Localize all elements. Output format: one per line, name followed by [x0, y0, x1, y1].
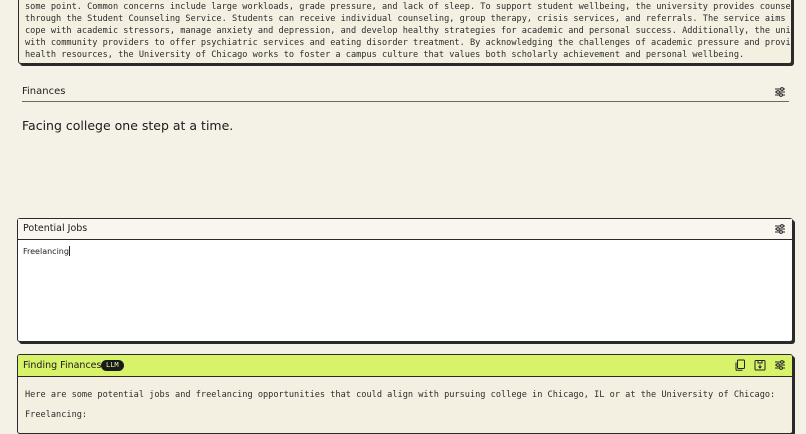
potential-jobs-header: Potential Jobs — [18, 219, 792, 240]
finding-finances-title: Finding Finances — [23, 360, 102, 371]
copy-icon[interactable] — [734, 359, 746, 371]
finances-section-header: Finances — [22, 83, 789, 102]
finding-finances-actions — [734, 359, 786, 371]
output-line: through the Student Counseling Service. … — [25, 14, 792, 24]
save-icon[interactable] — [754, 359, 766, 371]
tune-icon[interactable] — [774, 223, 786, 235]
finances-tagline: Facing college one step at a time. — [22, 118, 234, 133]
finding-finances-card: Finding Finances LLM Here are some poten… — [17, 354, 793, 434]
wellbeing-output-card: some point. Common concerns include larg… — [18, 0, 792, 64]
text-caret — [68, 246, 70, 256]
output-line: health resources, the University of Chic… — [25, 50, 745, 60]
output-paragraph: Here are some potential jobs and freelan… — [25, 390, 776, 400]
llm-badge: LLM — [101, 360, 124, 371]
potential-jobs-value: Freelancing — [23, 247, 69, 256]
finances-title: Finances — [22, 86, 66, 97]
tune-icon[interactable] — [774, 86, 786, 98]
output-line: some point. Common concerns include larg… — [25, 2, 792, 12]
tune-icon[interactable] — [774, 359, 786, 371]
finding-finances-output: Here are some potential jobs and freelan… — [18, 377, 792, 421]
potential-jobs-card: Potential Jobs Freelancing — [17, 218, 793, 342]
output-paragraph: Freelancing: — [25, 410, 88, 420]
output-line: with community providers to offer psychi… — [25, 38, 792, 48]
potential-jobs-input[interactable]: Freelancing — [23, 246, 70, 256]
output-line: cope with academic stressors, manage anx… — [25, 26, 792, 36]
potential-jobs-title: Potential Jobs — [23, 223, 88, 234]
finding-finances-header: Finding Finances LLM — [18, 355, 792, 377]
